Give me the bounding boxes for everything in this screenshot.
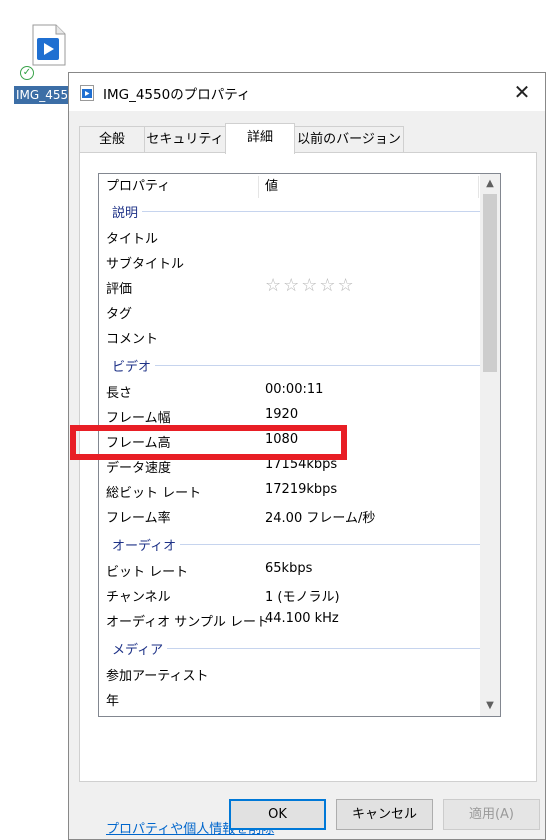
file-label: IMG_455 [14, 86, 76, 104]
group-description[interactable]: 説明 [99, 199, 480, 223]
property-name: ビット レート [106, 565, 189, 580]
vertical-scrollbar[interactable]: ▲ ▼ [480, 174, 500, 716]
rating-stars[interactable]: ☆☆☆☆☆ [265, 275, 356, 296]
group-audio[interactable]: オーディオ [99, 532, 480, 556]
cancel-button[interactable]: キャンセル [336, 799, 433, 830]
list-header: プロパティ 値 [99, 174, 500, 200]
group-divider [113, 365, 480, 366]
row-comments[interactable]: コメント [99, 324, 480, 349]
group-label: メディア [112, 639, 168, 658]
tab-previous-versions[interactable]: 以前のバージョン [294, 126, 404, 152]
dialog-title: IMG_4550のプロパティ [103, 87, 251, 103]
tab-security[interactable]: セキュリティ [144, 126, 226, 152]
property-name: サブタイトル [106, 257, 185, 272]
column-value[interactable]: 値 [265, 174, 278, 200]
property-name: タイトル [106, 232, 159, 247]
row-sample-rate[interactable]: オーディオ サンプル レート 44.100 kHz [99, 607, 480, 632]
row-total-bitrate[interactable]: 総ビット レート 17219kbps [99, 478, 480, 503]
property-name: フレーム幅 [106, 411, 171, 426]
column-separator[interactable] [478, 176, 479, 198]
row-subtitle[interactable]: サブタイトル [99, 249, 480, 274]
group-divider [113, 648, 480, 649]
property-name: 長さ [106, 386, 133, 401]
ok-button[interactable]: OK [229, 799, 326, 830]
group-media[interactable]: メディア [99, 636, 480, 660]
property-value: 44.100 kHz [265, 611, 339, 626]
tab-bar: 全般 セキュリティ 詳細 以前のバージョン [79, 123, 539, 154]
sync-check-icon: ✓ [20, 66, 34, 80]
scroll-up-icon[interactable]: ▲ [480, 174, 500, 194]
property-name: チャンネル [106, 590, 171, 605]
tab-details[interactable]: 詳細 [225, 123, 295, 154]
group-label: 説明 [112, 202, 143, 221]
property-value: 00:00:11 [265, 382, 324, 397]
property-name: 評価 [106, 282, 133, 297]
desktop-file-icon[interactable]: ✓ IMG_455 [14, 20, 76, 112]
property-value: 24.00 フレーム/秒 [265, 511, 376, 526]
row-contributing-artists[interactable]: 参加アーティスト [99, 661, 480, 686]
column-property[interactable]: プロパティ [106, 174, 170, 200]
property-name: コメント [106, 332, 159, 347]
property-name: オーディオ サンプル レート [106, 615, 269, 630]
row-rating[interactable]: 評価 ☆☆☆☆☆ [99, 274, 480, 299]
group-video[interactable]: ビデオ [99, 353, 480, 377]
video-file-icon [80, 85, 94, 101]
highlight-annotation [70, 425, 347, 460]
property-value: 17219kbps [265, 482, 338, 497]
tab-general[interactable]: 全般 [79, 126, 145, 152]
scroll-down-icon[interactable]: ▼ [480, 696, 500, 716]
group-divider [113, 211, 480, 212]
row-title[interactable]: タイトル [99, 224, 480, 249]
apply-button[interactable]: 適用(A) [443, 799, 540, 830]
property-name: 年 [106, 694, 120, 709]
property-value: 1 (モノラル) [265, 590, 340, 605]
property-name: フレーム率 [106, 511, 171, 526]
row-channels[interactable]: チャンネル 1 (モノラル) [99, 582, 480, 607]
property-name: タグ [106, 307, 133, 322]
video-file-icon [32, 24, 66, 66]
property-value: 65kbps [265, 561, 313, 576]
scroll-thumb[interactable] [483, 194, 497, 372]
property-value: 1920 [265, 407, 299, 422]
column-separator[interactable] [258, 176, 259, 198]
title-bar: IMG_4550のプロパティ ✕ [69, 73, 545, 111]
row-year[interactable]: 年 [99, 686, 480, 711]
details-panel: プロパティ 値 説明 タイトル サブタイトル 評価 ☆☆☆☆☆ タグ コメント … [79, 152, 537, 837]
row-frame-rate[interactable]: フレーム率 24.00 フレーム/秒 [99, 503, 480, 528]
row-length[interactable]: 長さ 00:00:11 [99, 378, 480, 403]
row-bitrate[interactable]: ビット レート 65kbps [99, 557, 480, 582]
property-name: 参加アーティスト [106, 669, 209, 684]
property-name: 総ビット レート [106, 486, 202, 501]
row-tags[interactable]: タグ [99, 299, 480, 324]
group-label: ビデオ [112, 356, 156, 375]
close-icon[interactable]: ✕ [499, 73, 545, 111]
group-label: オーディオ [112, 535, 181, 554]
